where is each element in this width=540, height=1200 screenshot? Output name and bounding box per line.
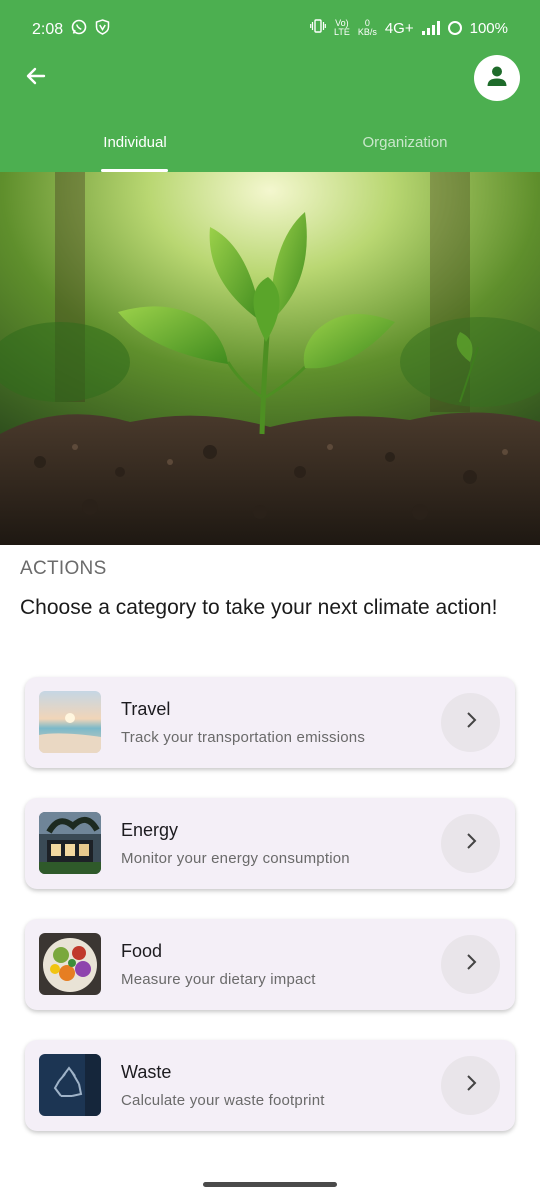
open-waste-button[interactable] — [441, 1056, 500, 1115]
status-left: 2:08 — [32, 19, 110, 40]
network-type: 4G+ — [384, 19, 414, 37]
battery-level: 100% — [469, 19, 508, 37]
category-title: Food — [121, 941, 163, 961]
volte-indicator: Vo) LTE — [334, 19, 350, 37]
section-label: ACTIONS — [20, 558, 107, 579]
category-card-food[interactable]: Food Measure your dietary impact — [25, 919, 515, 1010]
category-card-travel[interactable]: Travel Track your transportation emissio… — [25, 677, 515, 768]
waste-thumbnail — [39, 1054, 101, 1116]
shield-v-icon — [95, 19, 110, 40]
app-bar: 2:08 Vo) LTE 0 KB/s 4G+ 100% Individual … — [0, 0, 540, 172]
status-time: 2:08 — [32, 20, 64, 38]
tab-bar: Individual Organization — [0, 120, 540, 172]
hero-image — [0, 172, 540, 545]
chevron-right-icon — [464, 711, 478, 734]
status-bar: 2:08 Vo) LTE 0 KB/s 4G+ 100% — [0, 0, 540, 56]
travel-thumbnail — [39, 691, 101, 753]
signal-icon — [421, 21, 440, 35]
person-icon — [484, 63, 510, 94]
category-title: Waste — [121, 1062, 172, 1082]
profile-button[interactable] — [474, 55, 520, 101]
tab-organization[interactable]: Organization — [270, 120, 540, 172]
category-title: Energy — [121, 820, 179, 840]
food-thumbnail — [39, 933, 101, 995]
category-title: Travel — [121, 699, 171, 719]
open-travel-button[interactable] — [441, 693, 500, 752]
category-subtitle: Monitor your energy consumption — [121, 850, 350, 867]
back-button[interactable] — [18, 60, 54, 96]
vibrate-icon — [310, 19, 326, 37]
category-subtitle: Track your transportation emissions — [121, 729, 366, 746]
gesture-nav-bar[interactable] — [203, 1182, 337, 1187]
page-headline: Choose a category to take your next clim… — [20, 596, 498, 619]
speed-unit: KB/s — [357, 27, 377, 37]
energy-thumbnail — [39, 812, 101, 874]
chevron-right-icon — [464, 832, 478, 855]
category-subtitle: Measure your dietary impact — [121, 971, 316, 988]
open-food-button[interactable] — [441, 935, 500, 994]
tab-individual[interactable]: Individual — [0, 120, 270, 172]
battery-ring-icon — [447, 21, 462, 35]
chevron-right-icon — [464, 953, 478, 976]
volte-bottom: LTE — [333, 27, 350, 37]
category-card-waste[interactable]: Waste Calculate your waste footprint — [25, 1040, 515, 1131]
open-energy-button[interactable] — [441, 814, 500, 873]
chevron-right-icon — [464, 1074, 478, 1097]
category-subtitle: Calculate your waste footprint — [121, 1092, 325, 1109]
network-speed: 0 KB/s — [358, 19, 377, 37]
arrow-left-icon — [24, 64, 48, 93]
whatsapp-icon — [71, 19, 87, 40]
category-card-energy[interactable]: Energy Monitor your energy consumption — [25, 798, 515, 889]
status-right: Vo) LTE 0 KB/s 4G+ 100% — [310, 19, 508, 37]
